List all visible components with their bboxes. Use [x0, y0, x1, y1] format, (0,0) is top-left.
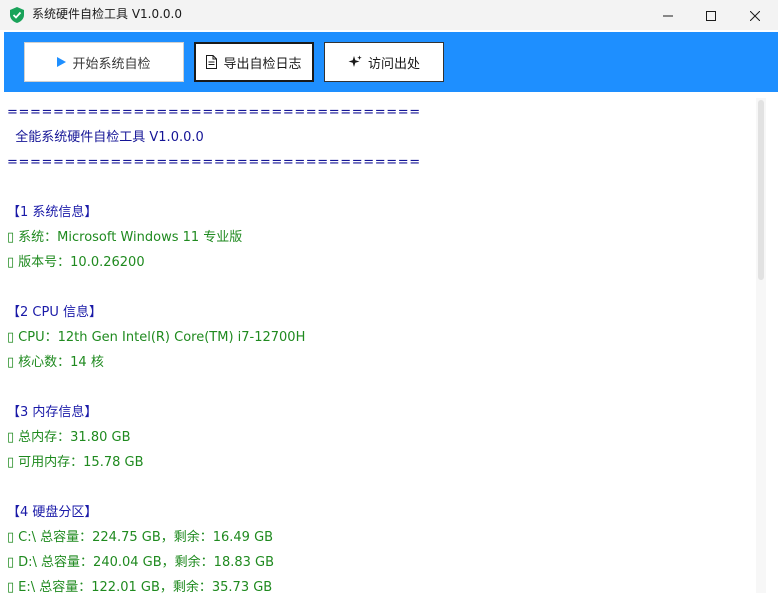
log-section-heading: 【2 CPU 信息】: [7, 304, 102, 322]
log-text: 【4 硬盘分区】: [7, 505, 98, 520]
app-window: 系统硬件自检工具 V1.0.0.0 开始系统自检 导出自检日志 访问出处 ===…: [0, 0, 778, 593]
log-text: D:\ 总容量：240.04 GB，剩余：18.83 GB: [18, 555, 275, 570]
log-header-title: 全能系统硬件自检工具 V1.0.0.0: [7, 129, 204, 147]
start-check-button[interactable]: 开始系统自检: [24, 42, 184, 82]
log-section-heading: 【4 硬盘分区】: [7, 504, 97, 522]
log-text: 可用内存：15.78 GB: [18, 455, 144, 470]
log-section-heading: 【1 系统信息】: [7, 204, 97, 222]
log-item: ▯ E:\ 总容量：122.01 GB，剩余：35.73 GB: [7, 579, 272, 593]
visit-source-label: 访问出处: [367, 56, 420, 72]
log-bullet: ▯: [7, 330, 15, 345]
log-scrollbar[interactable]: [756, 98, 766, 593]
toolbar: 开始系统自检 导出自检日志 访问出处: [4, 32, 778, 92]
maximize-icon: [706, 6, 716, 25]
log-text: 版本号：10.0.26200: [18, 255, 145, 270]
log-text: 核心数：14 核: [18, 355, 104, 370]
log-bullet: ▯: [7, 455, 15, 470]
log-separator: ====================================: [7, 104, 421, 122]
close-icon: [749, 6, 761, 25]
maximize-button[interactable]: [688, 0, 734, 30]
shield-icon: [10, 7, 24, 23]
log-bullet: ▯: [7, 530, 15, 545]
log-bullet: ▯: [7, 430, 15, 445]
log-bullet: ▯: [7, 255, 15, 270]
log-section-heading: 【3 内存信息】: [7, 404, 97, 422]
document-icon: [206, 55, 218, 69]
start-check-label: 开始系统自检: [72, 56, 151, 72]
sparkle-icon: [348, 55, 362, 69]
scrollbar-thumb[interactable]: [758, 100, 764, 280]
log-item: ▯ 版本号：10.0.26200: [7, 254, 145, 272]
log-text: 【2 CPU 信息】: [7, 305, 102, 320]
log-text: 总内存：31.80 GB: [18, 430, 131, 445]
log-bullet: ▯: [7, 555, 15, 570]
title-bar[interactable]: 系统硬件自检工具 V1.0.0.0: [0, 0, 778, 30]
log-item: ▯ 系统：Microsoft Windows 11 专业版: [7, 229, 242, 247]
log-separator: ====================================: [7, 154, 421, 172]
window-right-edge: [766, 92, 778, 593]
log-text: C:\ 总容量：224.75 GB，剩余：16.49 GB: [18, 530, 274, 545]
export-log-label: 导出自检日志: [223, 56, 302, 72]
log-text: ====================================: [7, 105, 421, 120]
minimize-icon: [663, 6, 673, 25]
log-item: ▯ CPU：12th Gen Intel(R) Core(TM) i7-12700…: [7, 329, 305, 347]
log-item: ▯ 核心数：14 核: [7, 354, 104, 372]
log-item: ▯ D:\ 总容量：240.04 GB，剩余：18.83 GB: [7, 554, 274, 572]
window-title: 系统硬件自检工具 V1.0.0.0: [32, 7, 183, 21]
play-icon: [57, 57, 67, 67]
visit-source-button[interactable]: 访问出处: [324, 42, 444, 82]
log-output[interactable]: ==================================== 全能系…: [4, 98, 756, 593]
log-bullet: ▯: [7, 580, 15, 593]
export-log-button[interactable]: 导出自检日志: [194, 42, 314, 82]
close-button[interactable]: [732, 0, 778, 30]
log-text: 【3 内存信息】: [7, 405, 98, 420]
log-item: ▯ 总内存：31.80 GB: [7, 429, 131, 447]
log-item: ▯ C:\ 总容量：224.75 GB，剩余：16.49 GB: [7, 529, 273, 547]
log-item: ▯ 可用内存：15.78 GB: [7, 454, 144, 472]
minimize-button[interactable]: [645, 0, 691, 30]
log-text: 全能系统硬件自检工具 V1.0.0.0: [7, 130, 204, 145]
log-text: CPU：12th Gen Intel(R) Core(TM) i7-12700H: [18, 330, 306, 345]
log-bullet: ▯: [7, 355, 15, 370]
log-text: 【1 系统信息】: [7, 205, 98, 220]
log-bullet: ▯: [7, 230, 15, 245]
log-text: E:\ 总容量：122.01 GB，剩余：35.73 GB: [18, 580, 273, 593]
log-text: 系统：Microsoft Windows 11 专业版: [18, 230, 243, 245]
log-text: ====================================: [7, 155, 421, 170]
